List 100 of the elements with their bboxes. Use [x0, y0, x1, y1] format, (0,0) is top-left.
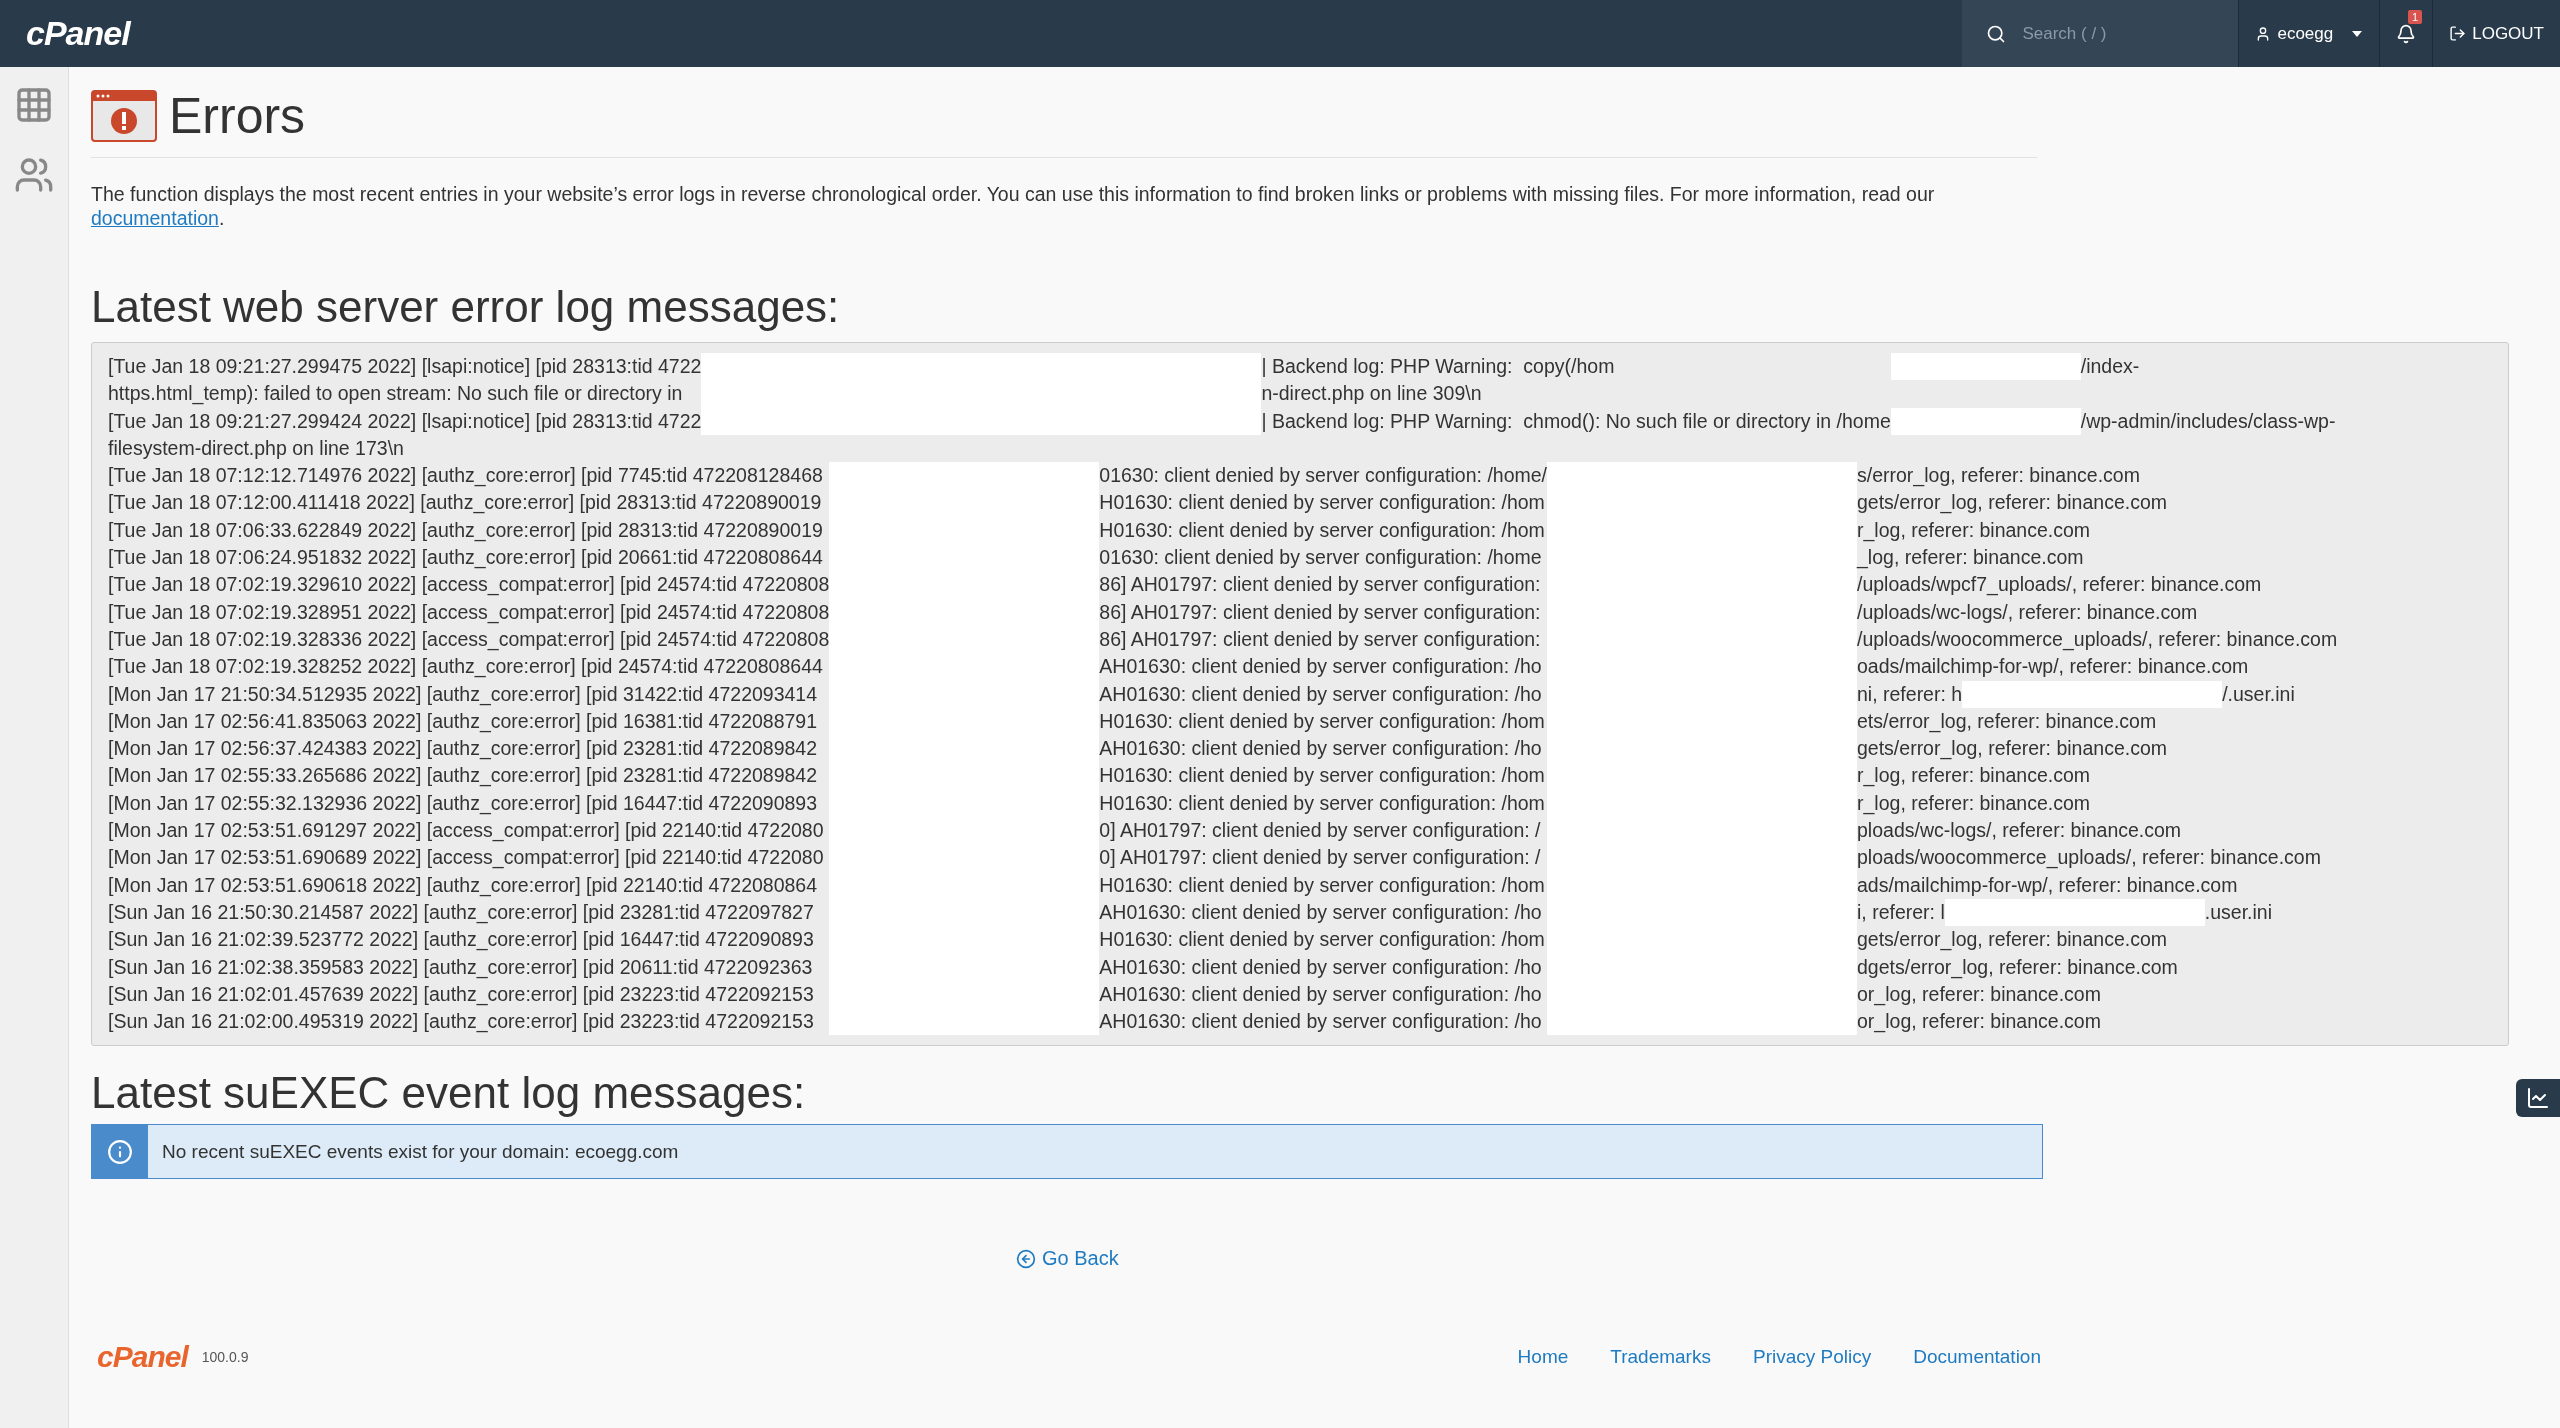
footer-link[interactable]: Home: [1517, 1346, 1569, 1368]
log-text: [Mon Jan 17 21:50:34.512935 2022] [authz_core:error] [pid 31422:tid 4722093414: [108, 681, 819, 708]
log-text: /uploads/woocommerce_uploads/, referer: binance.com: [1857, 626, 2338, 653]
log-text: H01630: client denied by server configuration: /hom: [1099, 490, 1546, 516]
log-text: ploads/woocommerce_uploads/, referer: binance.com: [1857, 845, 2322, 871]
log-text: AH01630: client denied by server configuration: /ho: [1099, 981, 1543, 1007]
log-text: ads/mailchimp-for-wp/, referer: binance.com: [1857, 872, 2239, 898]
info-icon: [107, 1138, 133, 1165]
log-text: [Sun Jan 16 21:02:39.523772 2022] [authz_core:error] [pid 16447:tid 4722090893: [108, 927, 815, 953]
log-text: AH01630: client denied by server configuration: /ho: [1099, 899, 1543, 925]
log-text: /uploads/wc-logs/, referer: binance.com: [1857, 599, 2199, 625]
log-text: _log, referer: binance.com: [1857, 545, 2085, 571]
search-icon: [1986, 23, 2007, 44]
log-text: 01630: client denied by server configuration: /home/: [1099, 463, 1547, 489]
log-text: /index-: [2080, 354, 2141, 379]
log-text: 01630: client denied by server configuration: /home: [1099, 545, 1543, 571]
log-text: s/error_log, referer: binance.com: [1857, 463, 2141, 489]
log-text: [Mon Jan 17 02:53:51.691297 2022] [access_compat:error] [pid 22140:tid 4722080: [108, 818, 825, 844]
log-text: [Tue Jan 18 07:06:24.951832 2022] [authz_core:error] [pid 20661:tid 47220808644: [108, 545, 824, 571]
log-text: H01630: client denied by server configuration: /hom: [1099, 790, 1546, 816]
log-text: [Sun Jan 16 21:02:01.457639 2022] [authz_core:error] [pid 23223:tid 4722092153: [108, 981, 815, 1008]
log-text: 86] AH01797: client denied by server configuration:: [1099, 626, 1542, 652]
log-text: [Sun Jan 16 21:02:00.495319 2022] [authz_core:error] [pid 23223:tid 4722092153: [108, 1009, 815, 1035]
log-text: [Mon Jan 17 02:56:41.835063 2022] [authz_core:error] [pid 16381:tid 4722088791: [108, 708, 819, 735]
log-text: H01630: client denied by server configuration: /hom: [1099, 517, 1546, 543]
log-text: n-direct.php on line 309\n: [1261, 381, 1483, 407]
log-text: ets/error_log, referer: binance.com: [1857, 708, 2158, 735]
log-text: or_log, referer: binance.com: [1857, 1009, 2102, 1035]
error-log-box[interactable]: [91, 342, 2509, 1046]
go-back-link[interactable]: Go Back: [1016, 1247, 1119, 1270]
documentation-link[interactable]: documentation: [91, 207, 219, 229]
grid-icon: [14, 85, 54, 125]
log-text: ploads/wc-logs/, referer: binance.com: [1857, 818, 2183, 844]
log-text: AH01630: client denied by server configuration: /ho: [1099, 1009, 1543, 1035]
log-text: AH01630: client denied by server configuration: /ho: [1099, 681, 1543, 707]
footer-link[interactable]: Documentation: [1913, 1346, 2041, 1368]
footer-link[interactable]: Trademarks: [1610, 1346, 1711, 1368]
log-text: /.user.ini: [2222, 681, 2295, 707]
log-text: r_log, referer: binance.com: [1857, 790, 2092, 817]
log-text: | Backend log: PHP Warning: chmod(): No such file or directory in /home: [1261, 408, 1891, 434]
logout-button[interactable]: LOGOUT: [2432, 0, 2560, 67]
search-field[interactable]: Search ( / ): [2020, 22, 2195, 45]
log-text: 86] AH01797: client denied by server configuration:: [1099, 572, 1542, 598]
bell-icon: [2396, 23, 2417, 44]
caret-icon: [2351, 29, 2364, 38]
log-text: dgets/error_log, referer: binance.com: [1857, 954, 2179, 981]
log-text: H01630: client denied by server configuration: /hom: [1099, 763, 1546, 789]
log-text: [Tue Jan 18 09:21:27.299475 2022] [lsapi:notice] [pid 28313:tid 4722: [108, 354, 702, 379]
log-text: filesystem-direct.php on line 173\n: [108, 435, 405, 461]
log-text: i, referer: l: [1857, 899, 1945, 925]
log-text: [Tue Jan 18 07:02:19.329610 2022] [access_compat:error] [pid 24574:tid 47220808: [108, 572, 830, 598]
log-text: ni, referer: h: [1857, 681, 1963, 707]
log-text: [Mon Jan 17 02:55:33.265686 2022] [authz_core:error] [pid 23281:tid 4722089842: [108, 763, 819, 789]
cpanel-logo: cPanel: [25, 14, 132, 53]
section-heading: Latest web server error log messages:: [91, 282, 841, 332]
log-text: gets/error_log, referer: binance.com: [1857, 927, 2168, 953]
description-text: The function displays the most recent entries in your website’s error logs in reverse chronological order. You can use this information to find broken links or problems with missing files. For more information, read our documentation.: [91, 182, 1936, 230]
log-text: .user.ini: [2204, 899, 2272, 925]
log-text: https.html_temp): failed to open stream: No such file or directory in: [108, 381, 684, 407]
page-title: Errors: [169, 87, 306, 145]
log-text: 0] AH01797: client denied by server configuration: /: [1099, 818, 1542, 844]
log-text: H01630: client denied by server configuration: /hom: [1099, 872, 1546, 898]
log-text: H01630: client denied by server configuration: /hom: [1099, 927, 1546, 953]
log-text: gets/error_log, referer: binance.com: [1857, 490, 2168, 516]
footer-link[interactable]: Privacy Policy: [1752, 1346, 1872, 1368]
log-text: 86] AH01797: client denied by server configuration:: [1099, 599, 1542, 625]
log-text: or_log, referer: binance.com: [1857, 981, 2102, 1008]
section-heading: Latest suEXEC event log messages:: [91, 1068, 807, 1118]
user-menu-button[interactable]: ecoegg: [2238, 0, 2380, 67]
log-text: [Tue Jan 18 07:02:19.328951 2022] [access_compat:error] [pid 24574:tid 47220808: [108, 599, 830, 626]
cpanel-logo: cPanel: [96, 1340, 190, 1374]
log-text: [Mon Jan 17 02:55:32.132936 2022] [authz_core:error] [pid 16447:tid 4722090893: [108, 790, 819, 817]
log-text: [Mon Jan 17 02:53:51.690618 2022] [authz_core:error] [pid 22140:tid 4722080864: [108, 872, 819, 899]
log-text: AH01630: client denied by server configuration: /ho: [1099, 654, 1543, 680]
log-text: [Tue Jan 18 09:21:27.299424 2022] [lsapi:notice] [pid 28313:tid 4722: [108, 408, 702, 434]
log-text: gets/error_log, referer: binance.com: [1857, 736, 2168, 762]
log-text: AH01630: client denied by server configuration: /ho: [1099, 736, 1543, 762]
logout-icon: [2449, 25, 2467, 42]
version-text: 100.0.9: [201, 1349, 249, 1365]
log-text: [Tue Jan 18 07:12:00.411418 2022] [authz_core:error] [pid 28313:tid 47220890019: [108, 490, 823, 516]
log-text: /uploads/wpcf7_uploads/, referer: binance.com: [1857, 572, 2263, 598]
log-text: H01630: client denied by server configuration: /hom: [1099, 708, 1546, 734]
log-text: [Mon Jan 17 02:53:51.690689 2022] [access_compat:error] [pid 22140:tid 4722080: [108, 845, 825, 871]
users-icon: [14, 155, 54, 195]
log-text: [Tue Jan 18 07:12:12.714976 2022] [authz_core:error] [pid 7745:tid 472208128468: [108, 463, 824, 489]
log-text: | Backend log: PHP Warning: copy(/hom: [1261, 354, 1616, 379]
log-text: r_log, referer: binance.com: [1857, 517, 2092, 544]
log-text: [Tue Jan 18 07:02:19.328336 2022] [access_compat:error] [pid 24574:tid 47220808: [108, 626, 830, 653]
error-window-icon: [91, 90, 157, 142]
notification-count: 1: [2408, 10, 2423, 24]
log-text: /wp-admin/includes/class-wp-: [2080, 408, 2336, 434]
notifications-button[interactable]: 1: [2379, 0, 2433, 67]
log-text: [Sun Jan 16 21:02:38.359583 2022] [authz_core:error] [pid 20611:tid 4722092363: [108, 954, 814, 981]
log-text: [Mon Jan 17 02:56:37.424383 2022] [authz_core:error] [pid 23281:tid 4722089842: [108, 736, 819, 762]
log-text: 0] AH01797: client denied by server configuration: /: [1099, 845, 1542, 871]
log-text: r_log, referer: binance.com: [1857, 763, 2092, 789]
log-text: oads/mailchimp-for-wp/, referer: binance.com: [1857, 654, 2250, 680]
log-text: [Tue Jan 18 07:02:19.328252 2022] [authz_core:error] [pid 24574:tid 47220808644: [108, 654, 824, 680]
log-text: [Tue Jan 18 07:06:33.622849 2022] [authz_core:error] [pid 28313:tid 47220890019: [108, 517, 824, 544]
stats-button[interactable]: [2516, 1079, 2560, 1117]
